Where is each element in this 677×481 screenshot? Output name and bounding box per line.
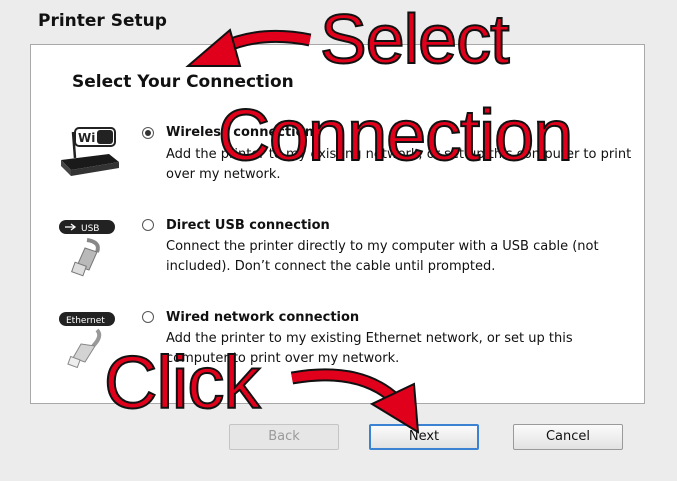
- cancel-button[interactable]: Cancel: [513, 424, 623, 450]
- ethernet-label: Wired network connection: [166, 310, 360, 325]
- back-button[interactable]: Back: [229, 424, 339, 450]
- usb-label: Direct USB connection: [166, 218, 330, 233]
- annotation-connection: Connection: [217, 96, 574, 176]
- wireless-radio[interactable]: [142, 127, 154, 139]
- annotation-select: Select: [319, 0, 511, 78]
- usb-badge-text: USB: [81, 224, 99, 234]
- wifi-badge-text: Wi Fi: [78, 131, 112, 145]
- usb-radio[interactable]: [142, 219, 154, 231]
- usb-cable-icon: USB: [59, 220, 115, 277]
- next-button[interactable]: Next: [369, 424, 479, 450]
- panel-heading: Select Your Connection: [72, 72, 294, 92]
- window-title: Printer Setup: [38, 11, 167, 31]
- usb-description: Connect the printer directly to my compu…: [166, 239, 599, 274]
- annotation-click: Click: [103, 341, 261, 424]
- wifi-router-icon: Wi Fi: [61, 127, 119, 176]
- ethernet-radio[interactable]: [142, 311, 154, 323]
- ethernet-badge-text: Ethernet: [66, 316, 105, 326]
